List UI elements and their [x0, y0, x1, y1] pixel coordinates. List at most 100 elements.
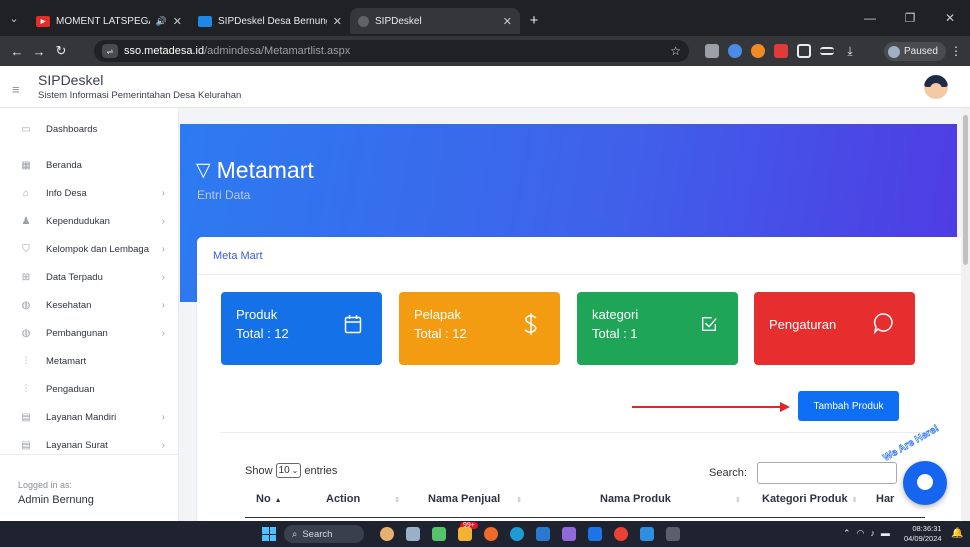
system-tray[interactable]: ⌃ ◠ ♪ ▬	[843, 528, 890, 539]
speaker-icon[interactable]: 🔊	[156, 16, 167, 27]
dollar-icon	[524, 313, 537, 335]
extension-icon[interactable]	[774, 44, 788, 58]
add-product-button[interactable]: Tambah Produk	[798, 391, 899, 421]
chat-icon	[873, 313, 893, 334]
logged-in-user: Admin Bernung	[18, 494, 94, 506]
search-input[interactable]	[757, 462, 897, 484]
new-tab-button[interactable]: +	[524, 10, 544, 30]
sidebar-item-data-terpadu[interactable]: ⊞ Data Terpadu ›	[0, 264, 179, 290]
minimize-icon[interactable]: —	[850, 11, 890, 25]
hamburger-menu-icon[interactable]: ≡	[12, 82, 20, 97]
wifi-icon[interactable]: ◠	[857, 528, 865, 539]
close-tab-icon[interactable]: ✕	[333, 15, 342, 28]
taskbar-app-icon[interactable]	[562, 527, 576, 541]
taskbar-search[interactable]: ⌕ Search	[284, 525, 364, 543]
page-size-select[interactable]: 10 ⌄	[275, 463, 302, 478]
reading-list-icon[interactable]	[820, 47, 834, 55]
taskbar-app-icon[interactable]	[536, 527, 550, 541]
bookmark-star-icon[interactable]: ☆	[670, 44, 681, 58]
annotation-arrow	[632, 406, 782, 408]
sidebar-item-kependudukan[interactable]: ♟ Kependudukan ›	[0, 208, 179, 234]
back-icon[interactable]: ←	[6, 44, 28, 59]
site-info-icon[interactable]: ⇌	[102, 44, 118, 58]
page-subtitle: Entri Data	[197, 188, 251, 202]
taskbar-app-icon[interactable]	[380, 527, 394, 541]
taskbar-clock[interactable]: 08:36:31 04/09/2024	[904, 524, 942, 544]
column-header-nama-produk[interactable]: Nama Produk ⇕	[600, 493, 741, 505]
reload-icon[interactable]: ↻	[50, 43, 72, 59]
column-header-harga[interactable]: Har	[876, 493, 894, 505]
browser-tab-1[interactable]: ▶ MOMENT LATSPEGAS SYIL 🔊 ✕	[28, 8, 190, 34]
sidebar-item-pembangunan[interactable]: ◍ Pembangunan ›	[0, 320, 179, 346]
calendar-icon	[344, 315, 362, 334]
tab-search-icon[interactable]: ⌄	[0, 12, 28, 25]
taskbar-app-icon[interactable]	[666, 527, 680, 541]
chat-widget-button[interactable]	[903, 461, 947, 505]
bank-icon: ⌂	[22, 187, 30, 199]
sidebar-item-pengaduan[interactable]: ⫶ Pengaduan	[0, 376, 179, 402]
forward-icon[interactable]: →	[28, 44, 50, 59]
apps-icon: ⊞	[21, 271, 31, 283]
app-subtitle: Sistem Informasi Pemerintahan Desa Kelur…	[38, 90, 242, 101]
notification-bell-icon[interactable]: 🔔	[951, 528, 963, 539]
sidebar-item-kelompok-dan-lembaga[interactable]: ⛉ Kelompok dan Lembaga ›	[0, 236, 179, 262]
close-tab-icon[interactable]: ✕	[173, 15, 182, 28]
column-header-action[interactable]: Action ⇕	[326, 493, 400, 505]
chevron-right-icon: ›	[161, 187, 165, 199]
bar-chart-icon: ⫶	[24, 383, 28, 395]
close-window-icon[interactable]: ✕	[930, 11, 970, 25]
check-square-icon	[702, 317, 717, 331]
address-bar[interactable]: ⇌ sso.metadesa.id/admindesa/Metamartlist…	[94, 40, 689, 62]
column-header-kategori-produk[interactable]: Kategori Produk ⇕	[762, 493, 857, 505]
card-divider	[197, 274, 966, 275]
chrome-icon[interactable]	[614, 527, 628, 541]
file-explorer-icon[interactable]	[458, 527, 472, 541]
chevron-up-icon[interactable]: ⌃	[843, 528, 851, 539]
windows-start-icon[interactable]	[262, 527, 276, 541]
grid-icon: ▦	[21, 159, 31, 171]
scrollbar-thumb[interactable]	[963, 115, 968, 265]
sidebar-item-kesehatan[interactable]: ◍ Kesehatan ›	[0, 292, 179, 318]
taskbar: ⌕ Search 99+ ⌃ ◠ ♪ ▬ 08:36:31 04/09/2024…	[0, 521, 970, 547]
chevron-down-icon: ⌄	[291, 466, 299, 475]
taskbar-app-icon[interactable]	[640, 527, 654, 541]
firefox-icon[interactable]	[484, 527, 498, 541]
extension-icon[interactable]	[728, 44, 742, 58]
sort-icon: ⇕	[851, 497, 858, 504]
app-title: SIPDeskel	[38, 72, 104, 88]
extensions-row: ⤓	[705, 44, 857, 58]
taskbar-app-icon[interactable]	[406, 527, 420, 541]
stat-card-pelapak[interactable]: Pelapak Total : 12	[399, 292, 560, 365]
restore-icon[interactable]: ❐	[890, 11, 930, 25]
sidebar-item-dashboards[interactable]: ▭ Dashboards	[0, 116, 179, 142]
browser-menu-icon[interactable]: ⋮	[950, 44, 962, 58]
extension-icon[interactable]	[751, 44, 765, 58]
column-header-nama-penjual[interactable]: Nama Penjual ⇕	[428, 493, 522, 505]
stat-card-kategori[interactable]: kategori Total : 1	[577, 292, 738, 365]
column-header-no[interactable]: No ▲	[256, 493, 282, 505]
browser-tab-2[interactable]: SIPDeskel Desa Bernung ✕	[190, 8, 350, 34]
table-icon: ▤	[21, 439, 31, 451]
volume-icon[interactable]: ♪	[870, 528, 875, 539]
battery-icon[interactable]: ▬	[881, 528, 890, 539]
sidebar-item-layanan-mandiri[interactable]: ▤ Layanan Mandiri ›	[0, 404, 179, 430]
browser-tab-3[interactable]: SIPDeskel ✕	[350, 8, 520, 34]
profile-button[interactable]: Paused	[884, 42, 946, 61]
taskbar-app-icon[interactable]	[588, 527, 602, 541]
sidebar-item-metamart[interactable]: ⫶ Metamart	[0, 348, 179, 374]
window-controls: — ❐ ✕	[850, 0, 970, 36]
extension-icon[interactable]	[705, 44, 719, 58]
close-tab-icon[interactable]: ✕	[503, 15, 512, 28]
stat-card-pengaturan[interactable]: Pengaturan	[754, 292, 915, 365]
filter-icon: ▽	[196, 160, 211, 181]
download-icon[interactable]: ⤓	[843, 44, 857, 58]
user-avatar[interactable]	[924, 75, 948, 99]
taskbar-whatsapp-icon[interactable]	[432, 527, 446, 541]
sidebar-item-beranda[interactable]: ▦ Beranda	[0, 152, 179, 178]
puzzle-icon[interactable]	[797, 44, 811, 58]
users-icon: ♟	[21, 215, 31, 227]
sidebar-item-info-desa[interactable]: ⌂ Info Desa ›	[0, 180, 179, 206]
stat-card-produk[interactable]: Produk Total : 12	[221, 292, 382, 365]
edge-icon[interactable]	[510, 527, 524, 541]
chevron-right-icon: ›	[161, 439, 165, 451]
